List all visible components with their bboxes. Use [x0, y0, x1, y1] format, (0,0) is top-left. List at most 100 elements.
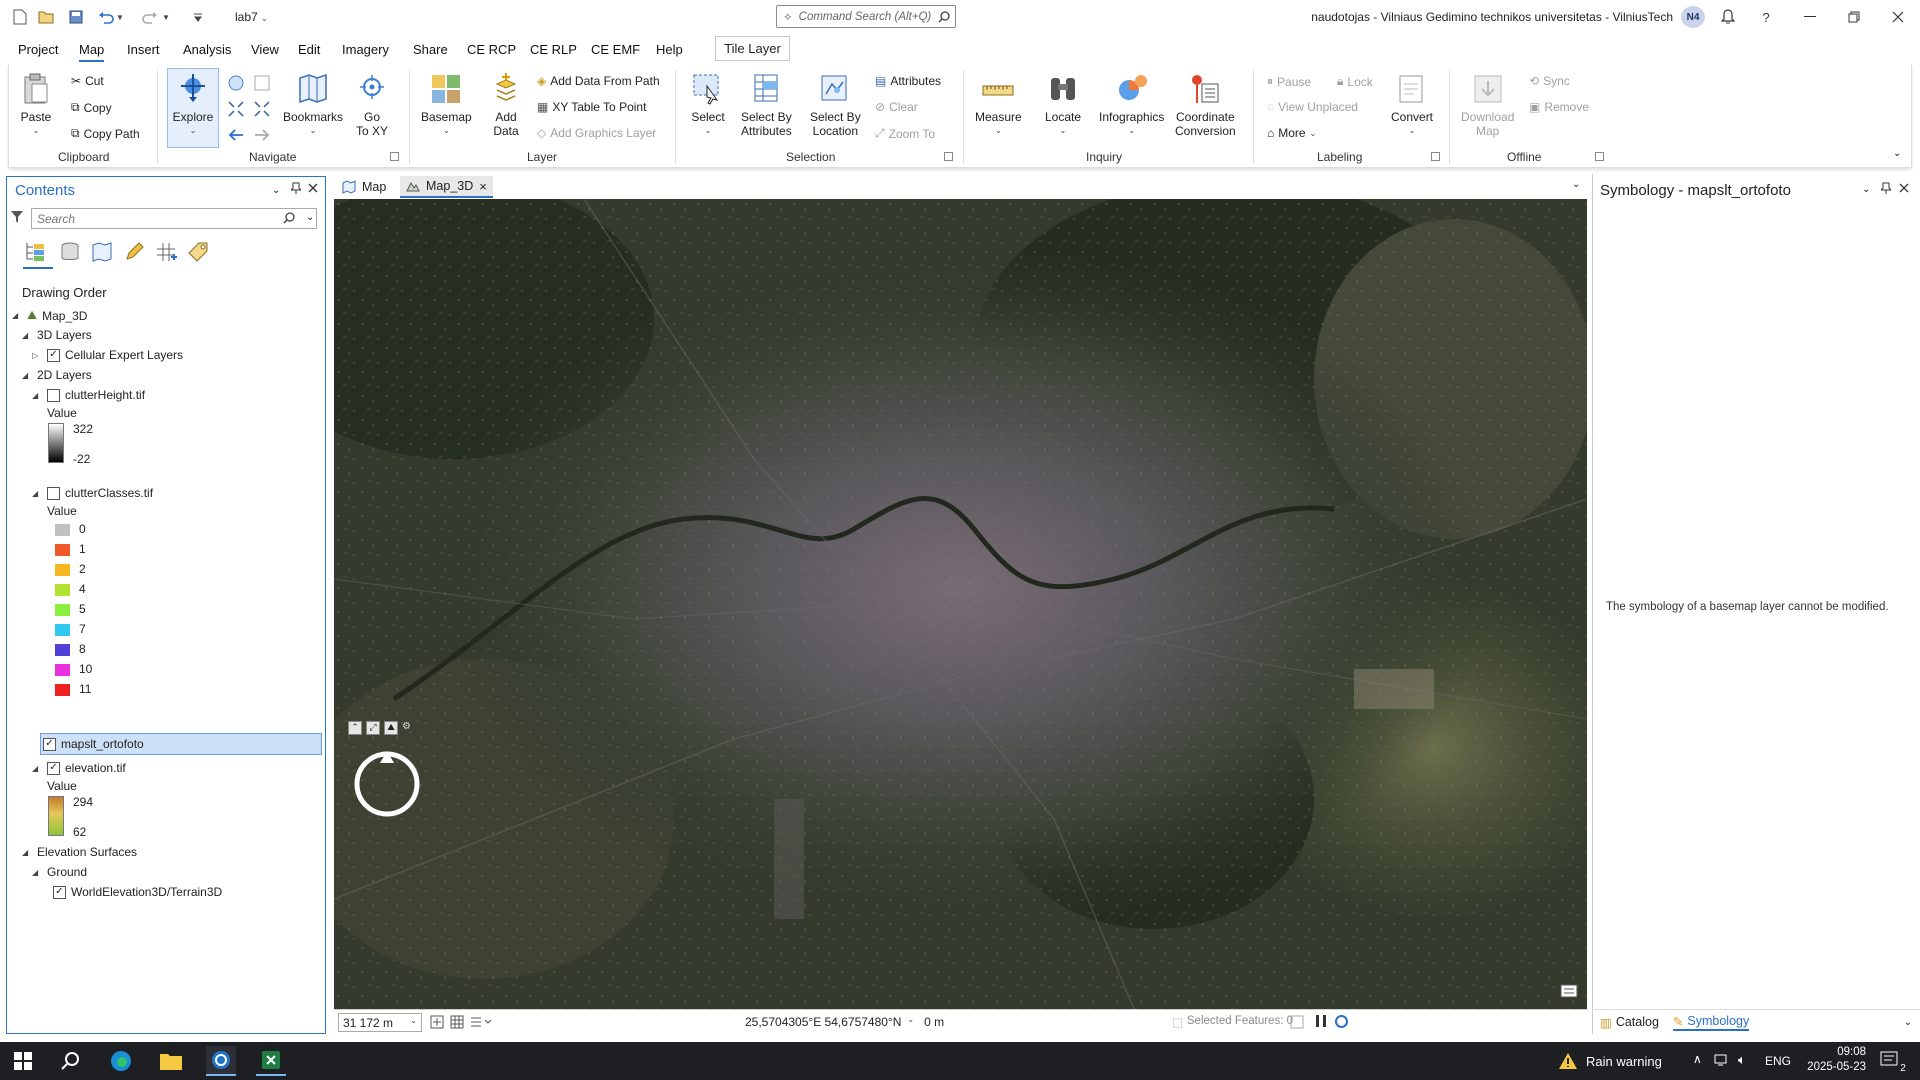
legend-swatch[interactable]: [55, 524, 70, 536]
locate-button[interactable]: Locate ⌄: [1045, 72, 1081, 138]
legend-swatch[interactable]: [55, 624, 70, 636]
redo-icon[interactable]: [140, 7, 160, 27]
new-project-icon[interactable]: [10, 7, 30, 27]
zoom-out-fixed-icon[interactable]: [253, 100, 271, 118]
remove-offline-button[interactable]: ▣ Remove: [1529, 100, 1589, 114]
explore-button[interactable]: Explore ⌄: [167, 68, 219, 148]
navigator-compass-icon[interactable]: [352, 749, 422, 819]
view-unplaced-button[interactable]: ◌ View Unplaced: [1267, 100, 1358, 114]
snapping-icon[interactable]: [470, 1015, 492, 1029]
windows-start-icon[interactable]: [8, 1046, 38, 1076]
refresh-icon[interactable]: [1334, 1014, 1349, 1029]
collapse-triangle-icon[interactable]: ◢: [32, 489, 42, 498]
more-labeling-button[interactable]: ⌂ More ⌄: [1267, 126, 1316, 140]
edge-browser-icon[interactable]: [106, 1046, 136, 1076]
collapse-triangle-icon[interactable]: ◢: [22, 848, 32, 857]
network-icon[interactable]: [1714, 1053, 1730, 1067]
list-by-source-icon[interactable]: [59, 241, 81, 263]
undo-dropdown-icon[interactable]: ▼: [114, 7, 126, 27]
list-by-snapping-icon[interactable]: [155, 241, 177, 263]
tree-map-3d[interactable]: ◢ ⛰ Map_3D: [12, 308, 87, 323]
menu-ce-rcp[interactable]: CE RCP: [467, 42, 516, 57]
visibility-checkbox[interactable]: ✓: [43, 737, 56, 751]
labeling-launcher-icon[interactable]: [1431, 152, 1440, 161]
legend-swatch[interactable]: [55, 644, 70, 656]
tree-clutter-height[interactable]: ◢ clutterHeight.tif: [32, 388, 145, 402]
close-pane-icon[interactable]: [1899, 183, 1909, 193]
tree-elevation-surfaces[interactable]: ◢ Elevation Surfaces: [22, 845, 137, 859]
expand-triangle-icon[interactable]: ▷: [32, 351, 42, 360]
select-by-location-button[interactable]: Select By Location: [810, 72, 861, 138]
paste-button[interactable]: Paste ⌄: [19, 72, 53, 138]
menu-imagery[interactable]: Imagery: [342, 42, 389, 57]
add-data-from-path-button[interactable]: ◈ Add Data From Path: [537, 74, 660, 88]
zoom-in-fixed-icon[interactable]: [227, 100, 245, 118]
open-folder-icon[interactable]: [36, 7, 56, 27]
tree-3d-layers[interactable]: ◢ 3D Layers: [22, 328, 92, 342]
avatar[interactable]: N4: [1681, 6, 1705, 28]
tab-map-3d[interactable]: Map_3D ×: [400, 176, 493, 198]
search-taskbar-icon[interactable]: [56, 1046, 86, 1076]
visibility-checkbox[interactable]: [47, 388, 60, 402]
arcgis-pro-taskbar-icon[interactable]: [206, 1046, 236, 1076]
list-by-labeling-icon[interactable]: [187, 241, 209, 263]
pane-menu-icon[interactable]: ⌄: [1862, 184, 1870, 195]
collapse-triangle-icon[interactable]: ◢: [32, 391, 42, 400]
lock-labeling-button[interactable]: 🔒︎ Lock: [1337, 74, 1373, 89]
tree-cellular-expert-layers[interactable]: ▷ ✓ Cellular Expert Layers: [32, 348, 183, 362]
menu-edit[interactable]: Edit: [298, 42, 320, 57]
menu-map[interactable]: Map: [79, 42, 105, 62]
notifications-bell-icon[interactable]: [1715, 6, 1741, 28]
next-extent-icon[interactable]: [253, 126, 271, 144]
clock[interactable]: 09:08 2025-05-23: [1800, 1045, 1866, 1075]
collapse-triangle-icon[interactable]: ◢: [32, 764, 42, 773]
visibility-checkbox[interactable]: ✓: [47, 761, 60, 775]
add-graphics-layer-button[interactable]: ◇ Add Graphics Layer: [537, 126, 656, 140]
heads-up-icon[interactable]: ⛰: [384, 721, 398, 735]
navigate-launcher-icon[interactable]: [390, 152, 399, 161]
full-extent-nav-icon[interactable]: ⤢: [366, 721, 380, 735]
tabs-overflow-icon[interactable]: ⌄: [1904, 1017, 1912, 1028]
infographics-button[interactable]: Infographics ⌄: [1099, 72, 1164, 138]
select-button[interactable]: Select ⌄: [691, 72, 725, 138]
copy-button[interactable]: ⧉ Copy: [71, 100, 112, 115]
overview-icon[interactable]: [1560, 984, 1578, 998]
visibility-checkbox[interactable]: [47, 486, 60, 500]
fixed-zoom-icon[interactable]: [253, 74, 271, 92]
selection-launcher-icon[interactable]: [944, 152, 953, 161]
grid-icon[interactable]: [450, 1015, 464, 1029]
go-to-xy-button[interactable]: Go To XY: [355, 72, 389, 138]
undo-icon[interactable]: [96, 7, 116, 27]
list-by-selection-icon[interactable]: [91, 241, 113, 263]
show-hidden-icons[interactable]: ∧: [1693, 1052, 1702, 1066]
menu-analysis[interactable]: Analysis: [183, 42, 231, 57]
measure-button[interactable]: Measure ⌄: [975, 72, 1022, 138]
offline-launcher-icon[interactable]: [1595, 152, 1604, 161]
collapse-ribbon-icon[interactable]: ⌄: [1893, 148, 1901, 159]
menu-ce-emf[interactable]: CE EMF: [591, 42, 640, 57]
pause-labeling-button[interactable]: ⏸ Pause: [1267, 74, 1311, 89]
tab-symbology[interactable]: ✎ Symbology: [1672, 1014, 1750, 1031]
nav-collapse-icon[interactable]: ⌃: [348, 721, 362, 735]
tree-clutter-classes[interactable]: ◢ clutterClasses.tif: [32, 486, 153, 500]
attributes-button[interactable]: ▤ Attributes: [875, 74, 941, 88]
contents-search-input[interactable]: Search: [31, 208, 317, 229]
collapse-triangle-icon[interactable]: ◢: [12, 311, 22, 320]
excel-icon[interactable]: [256, 1046, 286, 1076]
pin-icon[interactable]: [1881, 182, 1891, 194]
download-map-button[interactable]: Download Map: [1461, 72, 1514, 138]
map-view[interactable]: ⌃ ⤢ ⛰ ⚙: [334, 199, 1587, 1009]
tab-catalog[interactable]: ▥ Catalog: [1600, 1015, 1659, 1030]
close-window-button[interactable]: [1885, 6, 1911, 28]
command-search-input[interactable]: ✧ Command Search (Alt+Q): [776, 5, 956, 28]
legend-swatch[interactable]: [55, 584, 70, 596]
nav-options-icon[interactable]: ⚙: [402, 721, 416, 735]
legend-swatch[interactable]: [55, 684, 70, 696]
fixed-scale-icon[interactable]: [430, 1015, 444, 1029]
legend-swatch[interactable]: [55, 544, 70, 556]
sync-button[interactable]: ⟲ Sync: [1529, 74, 1570, 88]
close-tab-icon[interactable]: ×: [479, 179, 487, 194]
zoom-to-selection-button[interactable]: ⤢ Zoom To: [875, 126, 935, 141]
file-explorer-icon[interactable]: [156, 1046, 186, 1076]
pane-menu-icon[interactable]: ⌄: [272, 185, 280, 196]
